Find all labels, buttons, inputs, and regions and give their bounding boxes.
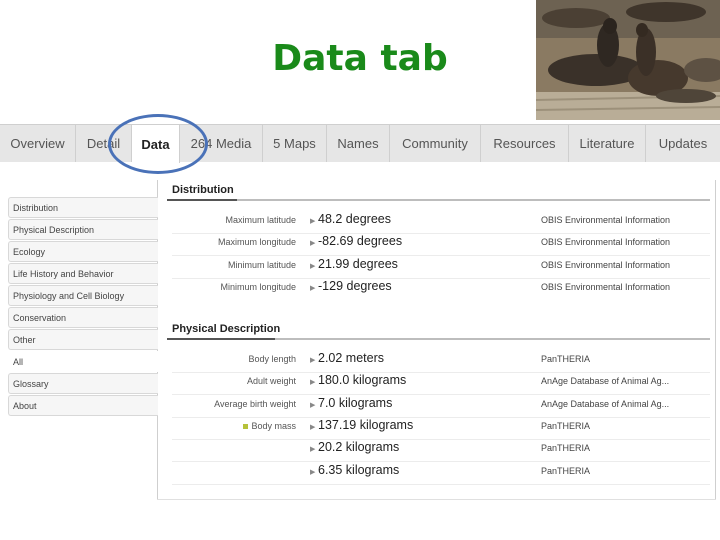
row-label: Minimum latitude xyxy=(227,260,296,270)
triangle-right-icon[interactable]: ▶ xyxy=(310,284,315,292)
data-row: Body mass ▶ 137.19 kilograms PanTHERIA xyxy=(170,417,710,439)
tab-updates[interactable]: Updates xyxy=(646,125,720,162)
sidebar-item-physiology[interactable]: Physiology and Cell Biology xyxy=(8,285,158,306)
row-source[interactable]: OBIS Environmental Information xyxy=(541,260,670,270)
row-divider xyxy=(172,484,710,485)
section-underline xyxy=(167,338,710,340)
row-source[interactable]: PanTHERIA xyxy=(541,466,590,476)
triangle-right-icon[interactable]: ▶ xyxy=(310,239,315,247)
tab-detail[interactable]: Detail xyxy=(76,125,132,162)
tab-data[interactable]: Data xyxy=(132,125,180,163)
square-marker-icon xyxy=(243,424,249,430)
row-label: Maximum longitude xyxy=(217,237,296,247)
tab-names[interactable]: Names xyxy=(327,125,390,162)
sidebar-item-all[interactable]: All xyxy=(8,351,158,372)
row-source[interactable]: PanTHERIA xyxy=(541,354,590,364)
row-source[interactable]: AnAge Database of Animal Ag... xyxy=(541,376,669,386)
row-label: Minimum longitude xyxy=(220,282,296,292)
content-frame-bottom xyxy=(157,499,716,500)
data-row: Body length ▶ 2.02 meters PanTHERIA xyxy=(170,350,710,372)
data-row: Minimum longitude ▶ -129 degrees OBIS En… xyxy=(170,278,710,300)
tab-community[interactable]: Community xyxy=(390,125,481,162)
sidebar-item-distribution[interactable]: Distribution xyxy=(8,197,158,218)
sea-lion-photo xyxy=(536,0,720,120)
row-label: Average birth weight xyxy=(214,399,296,409)
data-row: Minimum latitude ▶ 21.99 degrees OBIS En… xyxy=(170,256,710,278)
triangle-right-icon[interactable]: ▶ xyxy=(310,423,315,431)
row-source[interactable]: OBIS Environmental Information xyxy=(541,282,670,292)
tab-media[interactable]: 264 Media xyxy=(180,125,263,162)
row-source[interactable]: OBIS Environmental Information xyxy=(541,215,670,225)
tab-literature[interactable]: Literature xyxy=(569,125,646,162)
triangle-right-icon[interactable]: ▶ xyxy=(310,262,315,270)
sidebar-item-about[interactable]: About xyxy=(8,395,158,416)
data-row: ▶ 20.2 kilograms PanTHERIA xyxy=(170,439,710,461)
triangle-right-icon[interactable]: ▶ xyxy=(310,401,315,409)
row-value: 6.35 kilograms xyxy=(318,463,400,477)
row-label: Body length xyxy=(248,354,296,364)
sidebar-item-life-history[interactable]: Life History and Behavior xyxy=(8,263,158,284)
section-title-distribution: Distribution xyxy=(172,184,234,196)
row-value: 2.02 meters xyxy=(318,351,385,365)
row-source[interactable]: PanTHERIA xyxy=(541,443,590,453)
section-title-physical-description: Physical Description xyxy=(172,323,281,335)
data-row: ▶ 6.35 kilograms PanTHERIA xyxy=(170,462,710,484)
row-value: -129 degrees xyxy=(318,279,392,293)
tab-overview[interactable]: Overview xyxy=(0,125,76,162)
row-label-text: Body mass xyxy=(251,421,296,431)
row-source[interactable]: AnAge Database of Animal Ag... xyxy=(541,399,669,409)
row-value: 20.2 kilograms xyxy=(318,440,400,454)
sidebar-item-glossary[interactable]: Glossary xyxy=(8,373,158,394)
row-label: Adult weight xyxy=(246,376,296,386)
section-underline xyxy=(167,199,710,201)
triangle-right-icon[interactable]: ▶ xyxy=(310,378,315,386)
data-row: Average birth weight ▶ 7.0 kilograms AnA… xyxy=(170,395,710,417)
row-label: Body mass xyxy=(243,421,296,431)
sidebar-item-physical-description[interactable]: Physical Description xyxy=(8,219,158,240)
row-label: Maximum latitude xyxy=(225,215,296,225)
row-value: 137.19 kilograms xyxy=(318,418,414,432)
row-value: 21.99 degrees xyxy=(318,257,398,271)
row-value: 48.2 degrees xyxy=(318,212,391,226)
sidebar-item-other[interactable]: Other xyxy=(8,329,158,350)
triangle-right-icon[interactable]: ▶ xyxy=(310,468,315,476)
row-source[interactable]: PanTHERIA xyxy=(541,421,590,431)
triangle-right-icon[interactable]: ▶ xyxy=(310,217,315,225)
tab-maps[interactable]: 5 Maps xyxy=(263,125,327,162)
data-row: Maximum latitude ▶ 48.2 degrees OBIS Env… xyxy=(170,211,710,233)
row-value: 7.0 kilograms xyxy=(318,396,393,410)
triangle-right-icon[interactable]: ▶ xyxy=(310,356,315,364)
data-row: Adult weight ▶ 180.0 kilograms AnAge Dat… xyxy=(170,372,710,394)
row-value: -82.69 degrees xyxy=(318,234,403,248)
tab-bar: Overview Detail Data 264 Media 5 Maps Na… xyxy=(0,124,720,163)
sidebar-item-ecology[interactable]: Ecology xyxy=(8,241,158,262)
row-value: 180.0 kilograms xyxy=(318,373,407,387)
sidebar: Distribution Physical Description Ecolog… xyxy=(8,197,158,417)
row-source[interactable]: OBIS Environmental Information xyxy=(541,237,670,247)
content-frame-right xyxy=(715,180,716,500)
tab-resources[interactable]: Resources xyxy=(481,125,569,162)
triangle-right-icon[interactable]: ▶ xyxy=(310,445,315,453)
sidebar-item-conservation[interactable]: Conservation xyxy=(8,307,158,328)
data-row: Maximum longitude ▶ -82.69 degrees OBIS … xyxy=(170,233,710,255)
